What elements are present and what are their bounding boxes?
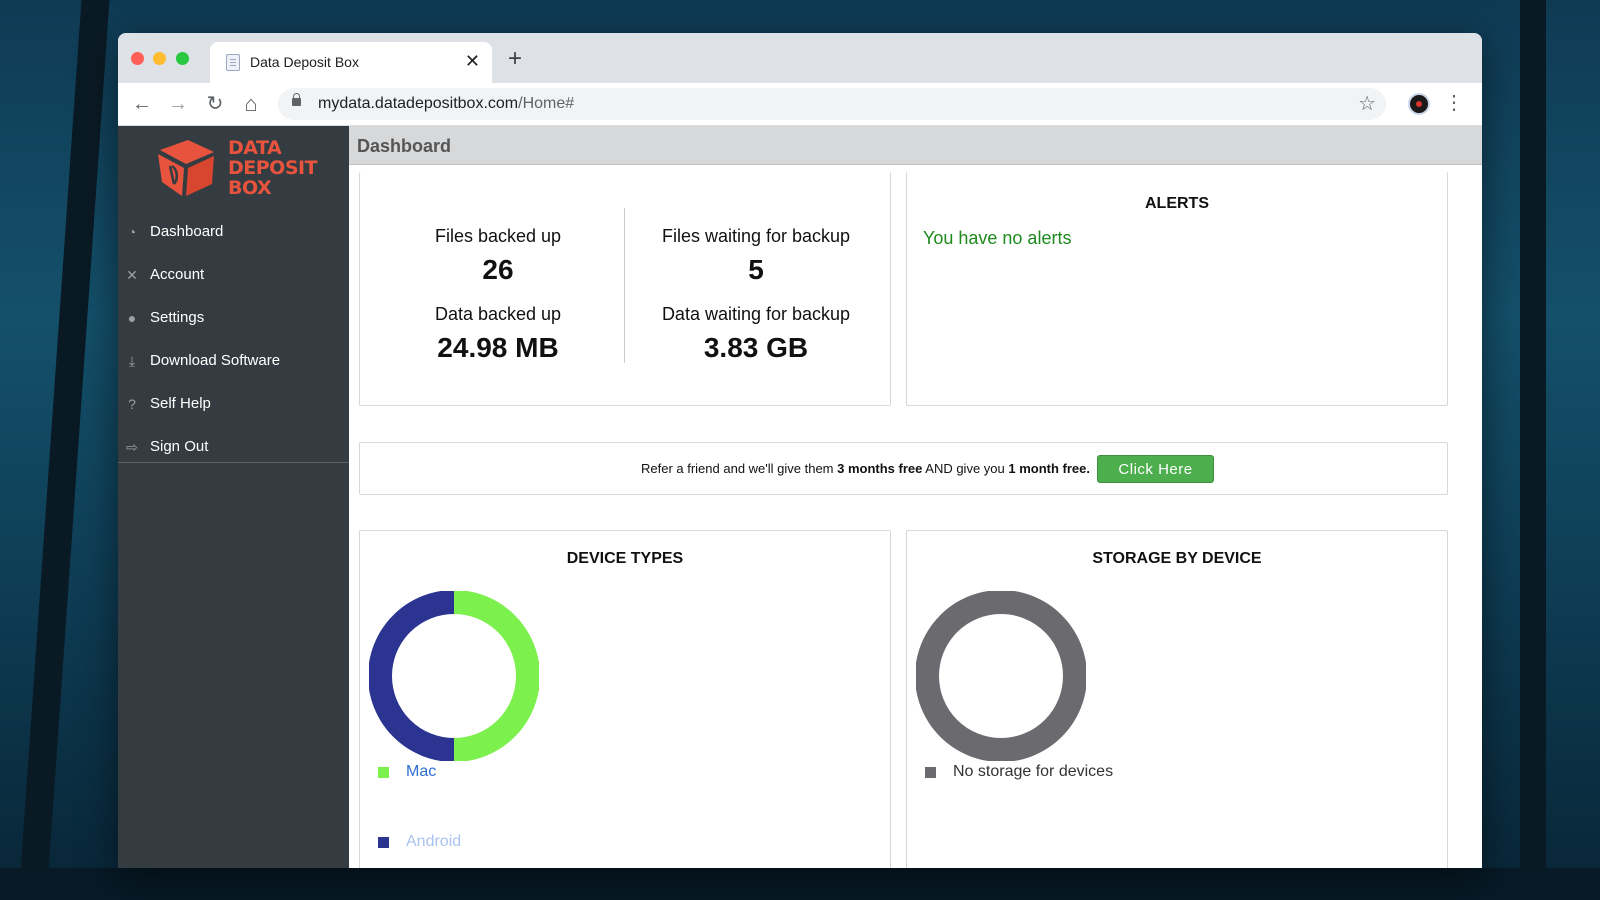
legend-swatch-no-storage (925, 766, 936, 778)
logo-line-1: DATA (228, 137, 282, 159)
legend-label-android: Android (406, 833, 462, 850)
referral-banner: Refer a friend and we'll give them 3 mon… (359, 442, 1448, 495)
referral-bold-2: 1 month free. (1008, 461, 1090, 476)
box-logo-icon (158, 140, 214, 196)
tab-title: Data Deposit Box (250, 54, 359, 70)
storage-by-device-title: STORAGE BY DEVICE (1092, 550, 1262, 567)
close-window-button[interactable] (131, 52, 144, 65)
sidebar-item-label: Dashboard (150, 223, 224, 240)
url-path: /Home# (518, 95, 575, 112)
alerts-title: ALERTS (1145, 195, 1209, 212)
address-bar[interactable]: mydata.datadepositbox.com/Home# ☆ (278, 88, 1386, 120)
download-icon: ⤓ (128, 352, 136, 369)
stats-divider (624, 208, 625, 363)
sidebar: DATA DEPOSIT BOX ◔ Dashboard ✕ Account ●… (118, 126, 349, 868)
page-icon (226, 54, 240, 71)
logo-line-2: DEPOSIT (228, 157, 318, 179)
background-tree-right (1520, 0, 1546, 900)
device-types-panel: DEVICE TYPES Mac Android (359, 530, 891, 868)
files-backed-up-label: Files backed up (434, 226, 562, 246)
lock-icon (292, 93, 301, 106)
legend-item-mac[interactable]: Mac (378, 763, 436, 781)
donut-slice-mac[interactable] (453, 591, 539, 761)
alerts-panel: ALERTS You have no alerts (906, 172, 1448, 406)
storage-by-device-panel: STORAGE BY DEVICE No storage for devices (906, 530, 1448, 868)
sidebar-item-account[interactable]: ✕ Account (118, 253, 349, 296)
data-backed-up-label: Data backed up (434, 304, 562, 324)
sidebar-item-self-help[interactable]: ? Self Help (118, 382, 349, 425)
data-waiting-value: 3.83 GB (703, 332, 809, 363)
profile-avatar[interactable] (1408, 93, 1430, 115)
referral-text: Refer a friend and we'll give them 3 mon… (360, 461, 1090, 476)
bookmark-star-icon[interactable]: ☆ (1358, 91, 1376, 116)
minimize-window-button[interactable] (153, 52, 166, 65)
background-ground (0, 868, 1600, 900)
sidebar-item-label: Settings (150, 309, 205, 326)
legend-swatch-android (378, 836, 389, 848)
legend-item-android[interactable]: Android (378, 833, 461, 851)
page-header: Dashboard (349, 126, 1482, 165)
referral-click-here-button[interactable]: Click Here (1097, 455, 1214, 483)
sidebar-item-label: Sign Out (150, 438, 209, 455)
device-types-title: DEVICE TYPES (566, 550, 684, 567)
referral-bold-1: 3 months free (837, 461, 923, 476)
main-content: Dashboard Files backed up 26 Data backed… (349, 126, 1482, 868)
new-tab-button[interactable]: + (508, 47, 522, 71)
browser-window: Data Deposit Box ✕ + ← → ↻ ⌂ mydata.data… (118, 33, 1482, 868)
sidebar-nav: ◔ Dashboard ✕ Account ● Settings ⤓ Downl… (118, 210, 349, 468)
back-icon[interactable]: ← (130, 92, 154, 116)
browser-menu-icon[interactable]: ⋮ (1444, 91, 1464, 115)
url-host: mydata.datadepositbox.com (318, 95, 519, 112)
url-text: mydata.datadepositbox.com/Home# (318, 95, 574, 113)
data-deposit-box-logo[interactable]: DATA DEPOSIT BOX (152, 134, 322, 200)
files-waiting-label: Files waiting for backup (661, 226, 851, 246)
dashboard-icon: ◔ (127, 223, 137, 240)
alerts-message: You have no alerts (923, 228, 1072, 248)
sidebar-item-label: Account (150, 266, 205, 283)
device-types-donut (369, 591, 539, 761)
sidebar-item-label: Self Help (150, 395, 211, 412)
forward-icon[interactable]: → (166, 92, 190, 116)
legend-item-no-storage[interactable]: No storage for devices (925, 763, 1113, 781)
data-backed-up-value: 24.98 MB (437, 332, 559, 363)
close-tab-icon[interactable]: ✕ (465, 51, 480, 71)
browser-toolbar: ← → ↻ ⌂ mydata.datadepositbox.com/Home# … (118, 83, 1482, 126)
legend-label-no-storage: No storage for devices (953, 763, 1114, 780)
sidebar-divider (118, 462, 349, 463)
files-backed-up-value: 26 (482, 254, 514, 285)
legend-label-mac: Mac (406, 763, 437, 780)
help-icon: ? (128, 395, 136, 412)
referral-text-1: Refer a friend and we'll give them (640, 461, 838, 476)
storage-by-device-donut-slices (916, 591, 1086, 761)
maximize-window-button[interactable] (176, 52, 189, 65)
referral-text-2: AND give you (922, 461, 1009, 476)
sidebar-item-download-software[interactable]: ⤓ Download Software (118, 339, 349, 382)
legend-swatch-mac (378, 766, 389, 778)
reload-icon[interactable]: ↻ (203, 92, 227, 116)
user-icon: ● (127, 309, 137, 326)
logo-text: DATA DEPOSIT BOX (228, 137, 318, 199)
files-waiting-value: 5 (748, 254, 764, 285)
donut-slice-android[interactable] (369, 591, 455, 761)
donut-slice-no-storage-for-devices[interactable] (916, 591, 1086, 761)
device-types-donut-slices (369, 591, 539, 761)
tools-icon: ✕ (126, 266, 138, 283)
storage-by-device-donut (916, 591, 1086, 761)
data-waiting-label: Data waiting for backup (661, 304, 851, 324)
tab-bar: Data Deposit Box ✕ + (118, 33, 1482, 83)
browser-tab[interactable]: Data Deposit Box ✕ (210, 42, 492, 83)
sidebar-item-settings[interactable]: ● Settings (118, 296, 349, 339)
page-title: Dashboard (357, 136, 452, 156)
logo-line-3: BOX (228, 177, 272, 199)
sign-out-icon: ⇨ (126, 438, 138, 455)
background-tree-left (18, 0, 110, 900)
sidebar-item-dashboard[interactable]: ◔ Dashboard (118, 210, 349, 253)
backup-stats-panel: Files backed up 26 Data backed up 24.98 … (359, 172, 891, 406)
sidebar-item-label: Download Software (150, 352, 281, 369)
home-icon[interactable]: ⌂ (239, 92, 263, 116)
